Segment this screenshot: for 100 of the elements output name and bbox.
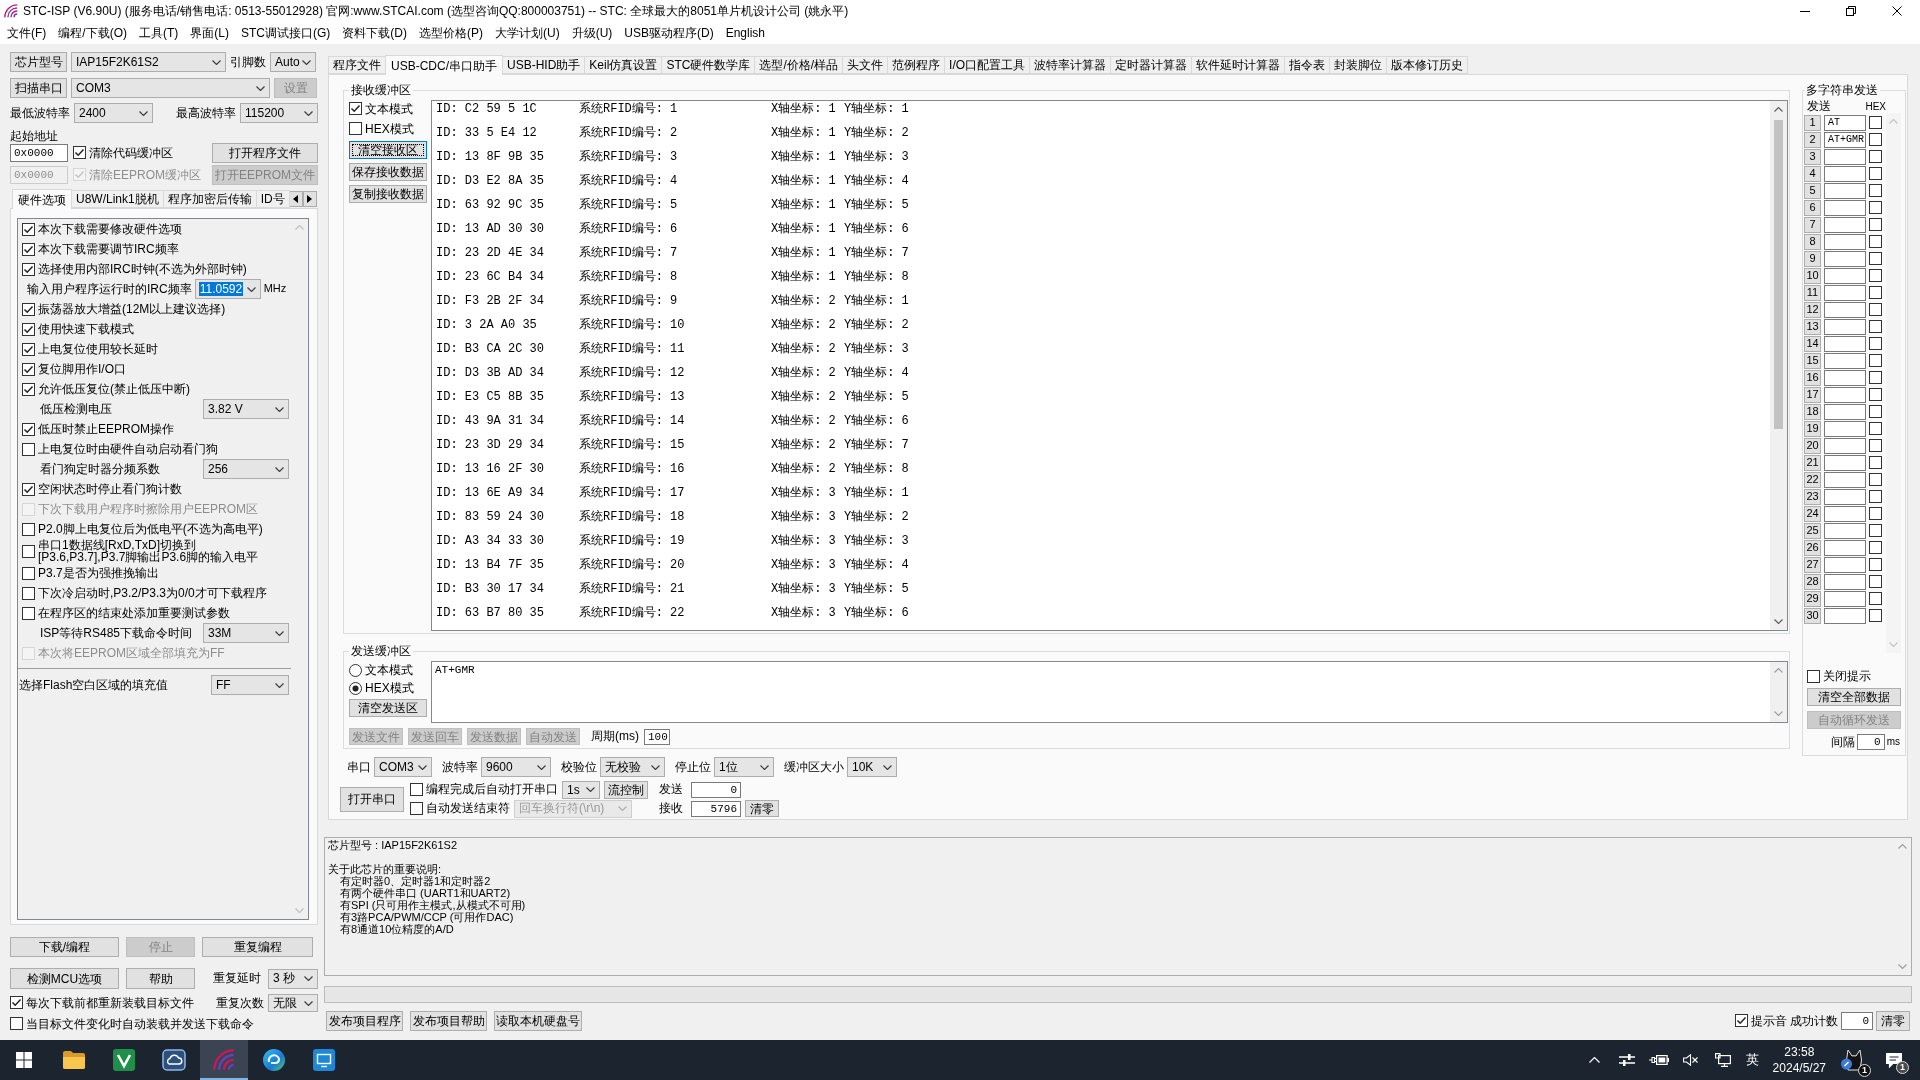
- tab[interactable]: USB-HID助手: [502, 56, 586, 74]
- string-field[interactable]: [1824, 267, 1866, 284]
- menu-item[interactable]: USB驱动程序(D): [618, 24, 720, 42]
- string-field[interactable]: [1824, 556, 1866, 573]
- tab[interactable]: 指令表: [1284, 56, 1331, 74]
- send-row-button[interactable]: 21: [1804, 454, 1821, 471]
- menu-item[interactable]: 编程/下载(O): [52, 24, 133, 42]
- menu-item[interactable]: 大学计划(U): [489, 24, 566, 42]
- string-field[interactable]: [1824, 165, 1866, 182]
- send-row-button[interactable]: 30: [1804, 607, 1821, 624]
- tab[interactable]: 硬件选项: [12, 189, 72, 209]
- checkbox[interactable]: [22, 322, 35, 336]
- checkbox[interactable]: [1869, 558, 1882, 571]
- min-baud-select[interactable]: 2400: [74, 103, 153, 123]
- send-row-button[interactable]: 22: [1804, 471, 1821, 488]
- checkbox[interactable]: [22, 422, 35, 436]
- string-field[interactable]: [1824, 301, 1866, 318]
- string-field[interactable]: [1824, 454, 1866, 471]
- checkbox[interactable]: [1869, 184, 1882, 197]
- menu-item[interactable]: 选型价格(P): [413, 24, 489, 42]
- scrollbar[interactable]: [1770, 101, 1787, 630]
- string-field[interactable]: [1824, 437, 1866, 454]
- tab[interactable]: 封装脚位: [1329, 56, 1388, 74]
- radio-button[interactable]: [349, 682, 362, 695]
- checkbox[interactable]: [22, 586, 35, 600]
- checkbox[interactable]: [22, 442, 35, 456]
- send-row-button[interactable]: 12: [1804, 301, 1821, 318]
- send-row-button[interactable]: 25: [1804, 522, 1821, 539]
- checkbox[interactable]: [22, 544, 35, 558]
- checkbox[interactable]: [1869, 371, 1882, 384]
- repeat-count-select[interactable]: 无限: [268, 994, 318, 1012]
- checkbox[interactable]: [410, 802, 423, 815]
- string-field[interactable]: AT+GMR: [1824, 131, 1866, 148]
- send-row-button[interactable]: 2: [1804, 131, 1821, 148]
- string-field[interactable]: [1824, 250, 1866, 267]
- buffer-size-select[interactable]: 10K: [847, 757, 897, 777]
- scroll-thumb[interactable]: [1774, 120, 1783, 429]
- copy-data-button[interactable]: 复制接收数据: [349, 185, 427, 203]
- send-row-button[interactable]: 29: [1804, 590, 1821, 607]
- menu-item[interactable]: 升级(U): [565, 24, 619, 42]
- string-field[interactable]: [1824, 318, 1866, 335]
- string-field[interactable]: [1824, 182, 1866, 199]
- string-field[interactable]: [1824, 420, 1866, 437]
- help-button[interactable]: 帮助: [126, 968, 195, 989]
- option-select[interactable]: 33M: [203, 623, 289, 643]
- string-field[interactable]: [1824, 471, 1866, 488]
- interval-field[interactable]: 0: [1856, 734, 1885, 750]
- clear-count-button[interactable]: 清零: [745, 800, 779, 817]
- string-field[interactable]: [1824, 335, 1866, 352]
- send-row-button[interactable]: 19: [1804, 420, 1821, 437]
- send-row-button[interactable]: 5: [1804, 182, 1821, 199]
- tab[interactable]: U8W/Link1脱机: [71, 190, 164, 208]
- send-row-button[interactable]: 8: [1804, 233, 1821, 250]
- send-row-button[interactable]: 17: [1804, 386, 1821, 403]
- notification-button[interactable]: 1: [1872, 1040, 1916, 1080]
- publish-program-button[interactable]: 发布项目程序: [326, 1011, 403, 1031]
- tab[interactable]: 软件延时计算器: [1191, 56, 1286, 74]
- send-row-button[interactable]: 14: [1804, 335, 1821, 352]
- checkbox[interactable]: [1869, 592, 1882, 605]
- tab[interactable]: 定时器计算器: [1110, 56, 1193, 74]
- string-field[interactable]: [1824, 488, 1866, 505]
- string-field[interactable]: [1824, 233, 1866, 250]
- checkbox[interactable]: [1869, 252, 1882, 265]
- tab[interactable]: 程序文件: [328, 56, 386, 74]
- checkbox[interactable]: [1869, 354, 1882, 367]
- publish-help-button[interactable]: 发布项目帮助: [410, 1011, 487, 1031]
- sent-count-field[interactable]: 0: [691, 781, 741, 798]
- string-field[interactable]: [1824, 386, 1866, 403]
- checkbox[interactable]: [1869, 456, 1882, 469]
- send-row-button[interactable]: 27: [1804, 556, 1821, 573]
- checkbox[interactable]: [73, 146, 86, 160]
- checkbox[interactable]: [1869, 473, 1882, 486]
- tray-button[interactable]: 1: [1832, 1040, 1872, 1080]
- max-baud-select[interactable]: 115200: [240, 103, 318, 123]
- stop-bits-select[interactable]: 1位: [714, 757, 774, 777]
- menu-item[interactable]: STC调试接口(G): [235, 24, 337, 42]
- scrollbar[interactable]: [1770, 662, 1787, 722]
- clear-count-button[interactable]: 清零: [1876, 1011, 1910, 1031]
- open-port-button[interactable]: 打开串口: [340, 786, 404, 812]
- baud-rate-select[interactable]: 9600: [481, 757, 551, 777]
- string-field[interactable]: [1824, 573, 1866, 590]
- delay-select[interactable]: 1s: [562, 780, 600, 799]
- send-row-button[interactable]: 7: [1804, 216, 1821, 233]
- repeat-program-button[interactable]: 重复编程: [202, 937, 313, 957]
- parity-select[interactable]: 无校验: [600, 757, 665, 777]
- clear-send-button[interactable]: 清空发送区: [349, 699, 427, 717]
- checkbox[interactable]: [22, 302, 35, 316]
- flow-control-button[interactable]: 流控制: [604, 780, 648, 799]
- option-select[interactable]: 3.82 V: [203, 399, 289, 419]
- checkbox[interactable]: [1869, 422, 1882, 435]
- frequency-select[interactable]: 11.0592: [194, 279, 261, 299]
- checkbox[interactable]: [22, 382, 35, 396]
- checkbox[interactable]: [22, 482, 35, 496]
- tab[interactable]: 范例程序: [887, 56, 946, 74]
- checkbox[interactable]: [1869, 116, 1882, 129]
- tab[interactable]: I/O口配置工具: [944, 56, 1031, 74]
- tab[interactable]: 波特率计算器: [1029, 56, 1112, 74]
- menu-item[interactable]: English: [719, 24, 772, 42]
- send-row-button[interactable]: 18: [1804, 403, 1821, 420]
- open-file-button[interactable]: 打开程序文件: [212, 143, 318, 163]
